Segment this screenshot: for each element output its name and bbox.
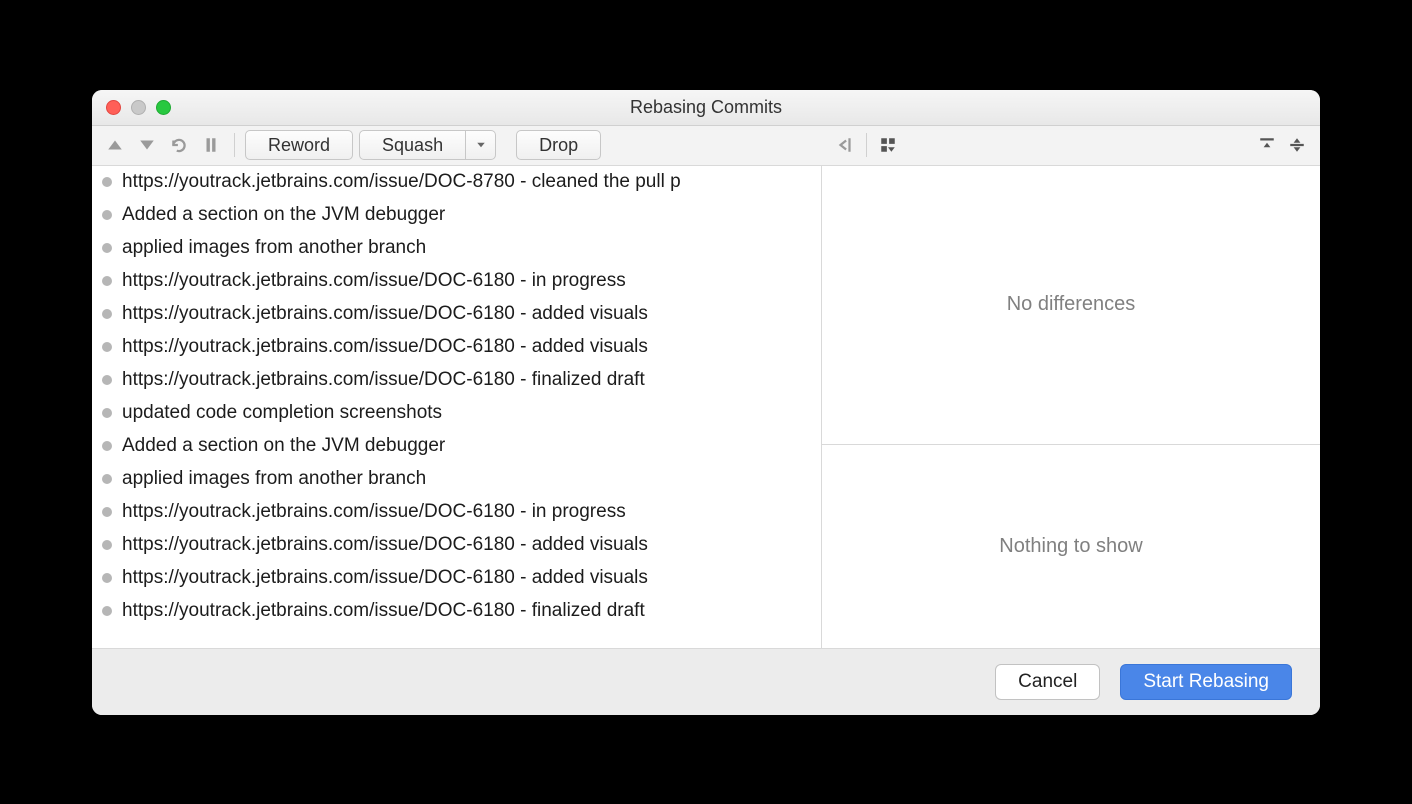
undo-icon[interactable] [166, 132, 192, 158]
commit-dot-icon [92, 441, 122, 451]
commit-row[interactable]: https://youtrack.jetbrains.com/issue/DOC… [92, 529, 821, 562]
content-area: https://youtrack.jetbrains.com/issue/DOC… [92, 166, 1320, 649]
commit-dot-icon [92, 474, 122, 484]
commit-message: https://youtrack.jetbrains.com/issue/DOC… [122, 303, 821, 325]
squash-dropdown-icon[interactable] [466, 130, 496, 160]
commit-dot-icon [92, 375, 122, 385]
commit-message: updated code completion screenshots [122, 402, 821, 424]
commit-message: applied images from another branch [122, 237, 821, 259]
diff-upper-placeholder: No differences [822, 166, 1320, 446]
commit-message: https://youtrack.jetbrains.com/issue/DOC… [122, 270, 821, 292]
commit-row[interactable]: https://youtrack.jetbrains.com/issue/DOC… [92, 496, 821, 529]
commit-dot-icon [92, 342, 122, 352]
commit-dot-icon [92, 606, 122, 616]
commit-row[interactable]: https://youtrack.jetbrains.com/issue/DOC… [92, 265, 821, 298]
start-rebasing-button[interactable]: Start Rebasing [1120, 664, 1292, 700]
commit-dot-icon [92, 243, 122, 253]
dialog-window: Rebasing Commits Reword Squash Drop [92, 90, 1320, 715]
commit-message: https://youtrack.jetbrains.com/issue/DOC… [122, 171, 821, 193]
commit-dot-icon [92, 309, 122, 319]
commit-row[interactable]: https://youtrack.jetbrains.com/issue/DOC… [92, 595, 821, 628]
reword-button[interactable]: Reword [245, 130, 353, 160]
commit-message: applied images from another branch [122, 468, 821, 490]
commit-dot-icon [92, 177, 122, 187]
toolbar: Reword Squash Drop [92, 126, 1320, 166]
commit-row[interactable]: https://youtrack.jetbrains.com/issue/DOC… [92, 364, 821, 397]
commit-row[interactable]: updated code completion screenshots [92, 397, 821, 430]
commit-message: Added a section on the JVM debugger [122, 435, 821, 457]
commit-row[interactable]: https://youtrack.jetbrains.com/issue/DOC… [92, 331, 821, 364]
commit-dot-icon [92, 276, 122, 286]
titlebar: Rebasing Commits [92, 90, 1320, 126]
commit-dot-icon [92, 540, 122, 550]
diff-lower-placeholder: Nothing to show [822, 445, 1320, 647]
commit-message: https://youtrack.jetbrains.com/issue/DOC… [122, 369, 821, 391]
commit-message: https://youtrack.jetbrains.com/issue/DOC… [122, 567, 821, 589]
window-title: Rebasing Commits [92, 97, 1320, 118]
separator [234, 133, 235, 157]
commit-row[interactable]: https://youtrack.jetbrains.com/issue/DOC… [92, 298, 821, 331]
close-icon[interactable] [106, 100, 121, 115]
pause-icon[interactable] [198, 132, 224, 158]
commit-row[interactable]: applied images from another branch [92, 232, 821, 265]
minimize-icon [131, 100, 146, 115]
commit-row[interactable]: https://youtrack.jetbrains.com/issue/DOC… [92, 562, 821, 595]
dialog-footer: Cancel Start Rebasing [92, 649, 1320, 715]
commit-dot-icon [92, 210, 122, 220]
commit-message: https://youtrack.jetbrains.com/issue/DOC… [122, 600, 821, 622]
group-by-icon[interactable] [875, 132, 901, 158]
commit-list[interactable]: https://youtrack.jetbrains.com/issue/DOC… [92, 166, 822, 648]
commit-row[interactable]: https://youtrack.jetbrains.com/issue/DOC… [92, 166, 821, 199]
commit-row[interactable]: Added a section on the JVM debugger [92, 199, 821, 232]
drop-button[interactable]: Drop [516, 130, 601, 160]
separator [866, 133, 867, 157]
collapse-all-icon[interactable] [1284, 132, 1310, 158]
maximize-icon[interactable] [156, 100, 171, 115]
commit-row[interactable]: applied images from another branch [92, 463, 821, 496]
jump-to-source-icon[interactable] [832, 132, 858, 158]
commit-message: https://youtrack.jetbrains.com/issue/DOC… [122, 501, 821, 523]
commit-dot-icon [92, 408, 122, 418]
cancel-button[interactable]: Cancel [995, 664, 1100, 700]
squash-button[interactable]: Squash [359, 130, 466, 160]
diff-panel: No differences Nothing to show [822, 166, 1320, 648]
move-down-icon[interactable] [134, 132, 160, 158]
expand-all-icon[interactable] [1254, 132, 1280, 158]
move-up-icon[interactable] [102, 132, 128, 158]
window-controls [92, 100, 171, 115]
commit-message: https://youtrack.jetbrains.com/issue/DOC… [122, 336, 821, 358]
commit-row[interactable]: Added a section on the JVM debugger [92, 430, 821, 463]
commit-message: https://youtrack.jetbrains.com/issue/DOC… [122, 534, 821, 556]
commit-dot-icon [92, 507, 122, 517]
commit-dot-icon [92, 573, 122, 583]
commit-message: Added a section on the JVM debugger [122, 204, 821, 226]
